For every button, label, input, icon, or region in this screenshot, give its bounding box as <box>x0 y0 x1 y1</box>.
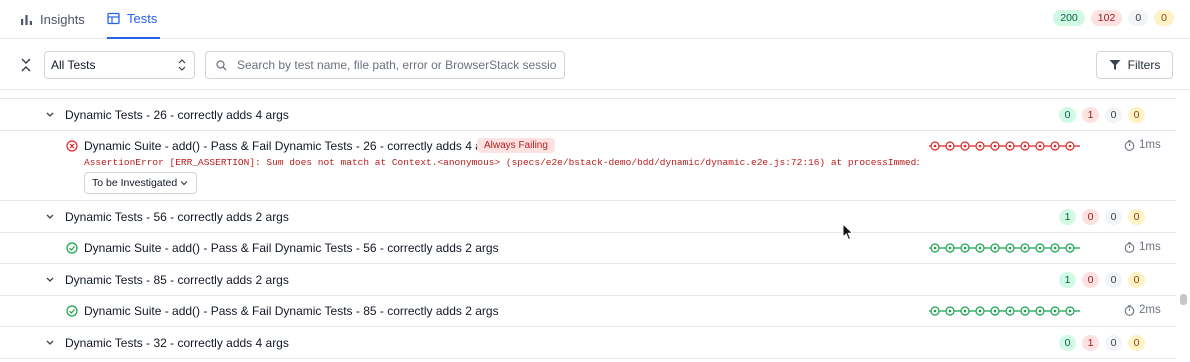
group-unknown-count: 0 <box>1128 209 1145 225</box>
filters-label: Filters <box>1127 58 1161 72</box>
test-list: Dynamic Tests - 26 - correctly adds 4 ar… <box>0 91 1176 362</box>
run-history-dots <box>929 141 1080 151</box>
test-filter-select[interactable]: All Tests <box>44 51 195 79</box>
group-row[interactable]: Dynamic Tests - 26 - correctly adds 4 ar… <box>0 99 1176 131</box>
always-failing-badge: Always Failing <box>477 138 555 153</box>
group-skipped-count: 0 <box>1105 335 1122 351</box>
filters-button[interactable]: Filters <box>1096 51 1173 79</box>
toolbar: All Tests Filters <box>0 40 1190 90</box>
group-failed-count: 0 <box>1082 272 1099 288</box>
group-skipped-count: 0 <box>1105 209 1122 225</box>
duration-value: 1ms <box>1139 139 1161 151</box>
group-row[interactable]: Dynamic Tests - 32 - correctly adds 4 ar… <box>0 327 1176 359</box>
timer-icon <box>1124 304 1135 316</box>
run-history-chart[interactable] <box>929 242 1081 254</box>
group-title: Dynamic Tests - 85 - correctly adds 2 ar… <box>65 273 289 287</box>
timer-icon <box>1124 139 1135 151</box>
test-row[interactable]: Dynamic Suite - add() - Pass & Fail Dyna… <box>0 296 1176 327</box>
duration-value: 1ms <box>1139 241 1161 253</box>
tab-bar: Insights Tests 200 102 0 0 <box>0 0 1190 39</box>
group-failed-count: 0 <box>1082 209 1099 225</box>
test-duration: 1ms <box>1124 241 1161 253</box>
search-box <box>205 51 565 79</box>
test-title[interactable]: Dynamic Suite - add() - Pass & Fail Dyna… <box>84 139 499 153</box>
group-passed-count: 0 <box>1059 107 1076 123</box>
group-skipped-count: 0 <box>1105 107 1122 123</box>
table-icon <box>107 12 120 25</box>
investigation-status-value: To be Investigated <box>92 177 178 189</box>
chevron-down-icon <box>180 181 188 186</box>
collapse-all-icon[interactable] <box>18 57 34 73</box>
bar-chart-icon <box>21 15 32 25</box>
run-history-chart[interactable] <box>929 305 1081 317</box>
tab-insights-label: Insights <box>40 12 85 27</box>
test-filter-value: All Tests <box>51 58 96 72</box>
timer-icon <box>1124 241 1135 253</box>
passed-count-badge[interactable]: 200 <box>1053 10 1085 26</box>
test-duration: 2ms <box>1124 304 1161 316</box>
skipped-count-badge[interactable]: 0 <box>1128 10 1149 26</box>
test-title[interactable]: Dynamic Suite - add() - Pass & Fail Dyna… <box>84 304 499 318</box>
group-failed-count: 1 <box>1082 107 1099 123</box>
group-title: Dynamic Tests - 32 - correctly adds 4 ar… <box>65 336 289 350</box>
tab-tests[interactable]: Tests <box>107 0 160 39</box>
chevron-down-icon[interactable] <box>45 338 55 348</box>
test-row[interactable]: Dynamic Suite - add() - Pass & Fail Dyna… <box>0 233 1176 264</box>
summary-counts: 200 102 0 0 <box>1053 10 1174 26</box>
scrollbar-thumb[interactable] <box>1180 294 1187 305</box>
group-row[interactable]: Dynamic Tests - 85 - correctly adds 2 ar… <box>0 264 1176 296</box>
group-counts: 1 0 0 0 <box>1059 272 1145 288</box>
group-passed-count: 1 <box>1059 272 1076 288</box>
select-arrows-icon <box>178 59 186 71</box>
test-row[interactable]: Dynamic Suite - add() - Pass & Fail Dyna… <box>0 131 1176 201</box>
group-failed-count: 1 <box>1082 335 1099 351</box>
chevron-down-icon[interactable] <box>45 212 55 222</box>
test-title[interactable]: Dynamic Suite - add() - Pass & Fail Dyna… <box>84 241 499 255</box>
unknown-count-badge[interactable]: 0 <box>1154 10 1174 26</box>
group-unknown-count: 0 <box>1128 335 1145 351</box>
chevron-down-icon[interactable] <box>45 110 55 120</box>
mouse-cursor-icon <box>842 223 854 241</box>
search-icon <box>216 60 227 71</box>
failed-status-icon <box>66 140 78 152</box>
search-input[interactable] <box>237 52 557 78</box>
run-history-chart[interactable] <box>929 140 1081 152</box>
passed-status-icon <box>66 242 78 254</box>
group-passed-count: 0 <box>1059 335 1076 351</box>
passed-status-icon <box>66 305 78 317</box>
investigation-status-dropdown[interactable]: To be Investigated <box>84 172 197 194</box>
test-duration: 1ms <box>1124 139 1161 151</box>
failed-count-badge[interactable]: 102 <box>1090 10 1123 26</box>
group-title: Dynamic Tests - 26 - correctly adds 4 ar… <box>65 108 289 122</box>
tab-tests-label: Tests <box>127 11 158 26</box>
filter-icon <box>1109 60 1121 70</box>
group-skipped-count: 0 <box>1105 272 1122 288</box>
group-counts: 0 1 0 0 <box>1059 335 1145 351</box>
group-passed-count: 1 <box>1059 209 1076 225</box>
error-message: AssertionError [ERR_ASSERTION]: Sum does… <box>84 157 919 168</box>
group-counts: 0 1 0 0 <box>1059 107 1145 123</box>
chevron-down-icon[interactable] <box>45 275 55 285</box>
group-row[interactable]: Dynamic Tests - 56 - correctly adds 2 ar… <box>0 201 1176 233</box>
group-counts: 1 0 0 0 <box>1059 209 1145 225</box>
group-unknown-count: 0 <box>1128 107 1145 123</box>
tab-insights[interactable]: Insights <box>20 0 85 39</box>
group-unknown-count: 0 <box>1128 272 1145 288</box>
partial-row <box>0 91 1176 99</box>
duration-value: 2ms <box>1139 304 1161 316</box>
group-title: Dynamic Tests - 56 - correctly adds 2 ar… <box>65 210 289 224</box>
